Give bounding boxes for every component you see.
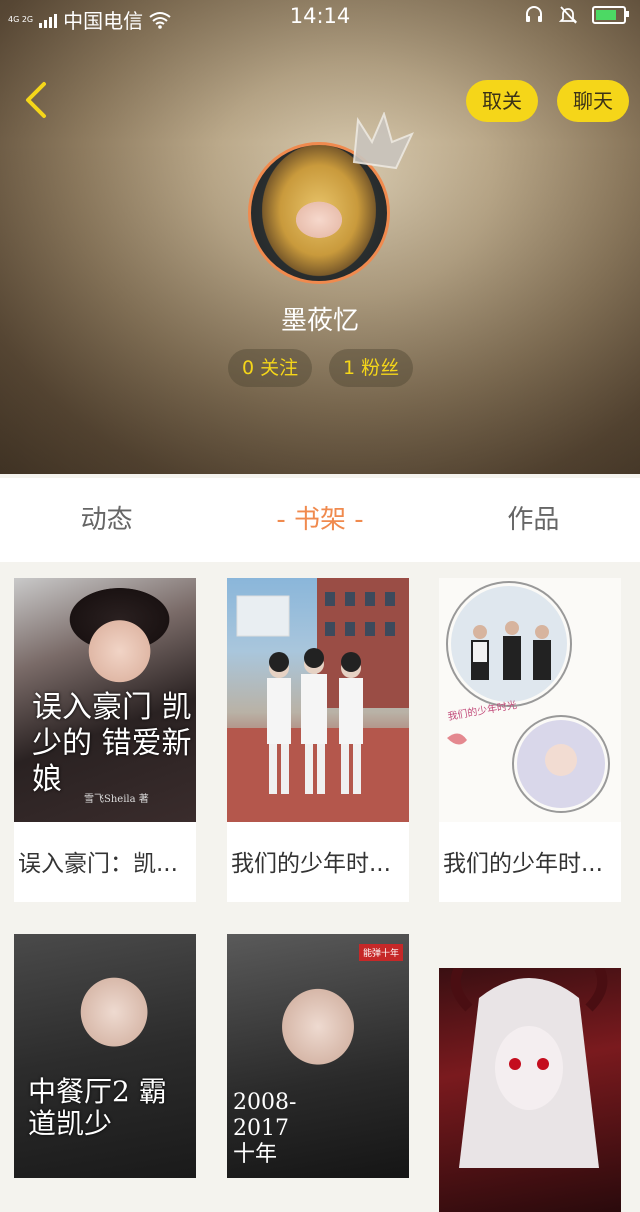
book-title: 误入豪门：凯... bbox=[18, 851, 178, 877]
headset-icon bbox=[526, 6, 542, 22]
book-title: 我们的少年时... bbox=[231, 851, 391, 877]
cover-author-text: 雪飞Sheila 著 bbox=[84, 794, 149, 805]
battery-icon bbox=[592, 6, 629, 24]
book-cover: 中餐厅2 霸道凯少 bbox=[14, 934, 196, 1178]
cover-illustration bbox=[227, 578, 409, 822]
book-card[interactable] bbox=[439, 968, 621, 1212]
cover-title-text: 误入豪门 凯少的 错爱新娘 bbox=[32, 690, 192, 797]
tab-activity[interactable]: 动态 bbox=[0, 478, 213, 562]
tab-bookshelf[interactable]: - 书架 - bbox=[213, 478, 426, 562]
unfollow-button[interactable]: 取关 bbox=[466, 80, 538, 122]
username: 墨莜忆 bbox=[280, 306, 359, 336]
tab-works[interactable]: 作品 bbox=[427, 478, 640, 562]
back-chevron-icon[interactable] bbox=[18, 80, 58, 120]
cover-title-text: 2008-2017 十年 bbox=[233, 1090, 297, 1167]
status-right bbox=[524, 5, 629, 25]
cover-illustration bbox=[450, 968, 608, 1168]
following-count[interactable]: 0 关注 bbox=[228, 349, 313, 387]
book-card[interactable]: 能弹十年 2008-2017 十年 bbox=[227, 934, 409, 1178]
cover-illustration bbox=[446, 581, 610, 813]
book-title: 我们的少年时... bbox=[443, 851, 603, 877]
book-cover bbox=[227, 578, 409, 822]
cover-title-text: 中餐厅2 霸道凯少 bbox=[28, 1075, 167, 1140]
followers-count[interactable]: 1 粉丝 bbox=[329, 349, 414, 387]
profile-tabs: 动态 - 书架 - 作品 bbox=[0, 478, 640, 562]
chat-button[interactable]: 聊天 bbox=[557, 80, 629, 122]
book-cover: 我们的少年时光 bbox=[439, 578, 621, 822]
book-card[interactable]: 中餐厅2 霸道凯少 bbox=[14, 934, 196, 1178]
book-card[interactable]: 误入豪门 凯少的 错爱新娘 雪飞Sheila 著 误入豪门：凯... bbox=[14, 578, 196, 902]
book-cover bbox=[439, 968, 621, 1212]
cover-badge-text: 能弹十年 bbox=[358, 944, 403, 961]
book-cover: 能弹十年 2008-2017 十年 bbox=[227, 934, 409, 1178]
book-card[interactable]: 我们的少年时... bbox=[227, 578, 409, 902]
mute-bell-icon bbox=[558, 6, 578, 24]
book-card[interactable]: 我们的少年时光 我们的少年时... bbox=[439, 578, 621, 902]
book-cover: 误入豪门 凯少的 错爱新娘 雪飞Sheila 著 bbox=[14, 578, 196, 822]
status-bar: 4G 2G 中国电信 14:14 bbox=[0, 0, 640, 33]
crown-icon bbox=[352, 112, 414, 170]
